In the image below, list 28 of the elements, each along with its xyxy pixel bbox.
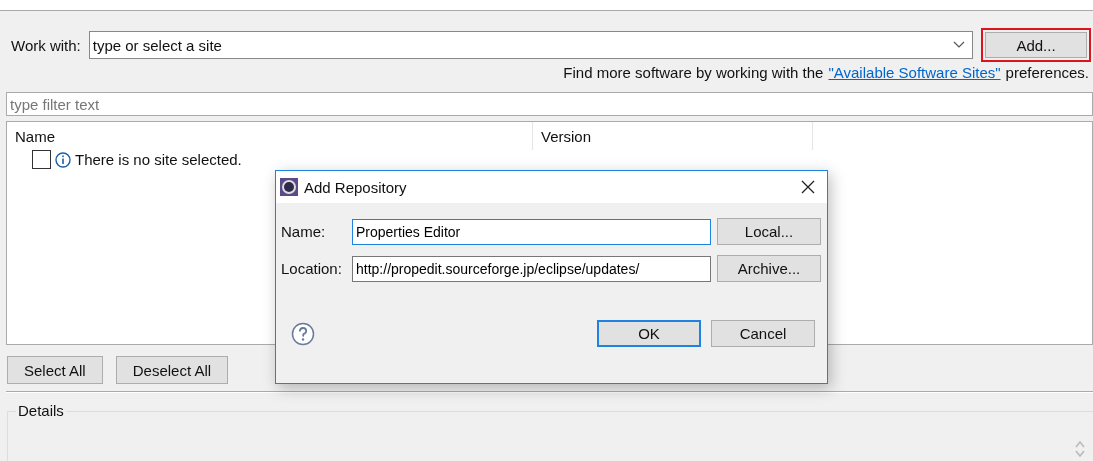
dialog-button[interactable]: OK <box>597 320 701 347</box>
info-icon <box>55 151 71 168</box>
dialog-title: Add Repository <box>304 178 408 196</box>
site-combo-box[interactable]: type or select a site <box>88 31 973 59</box>
details-label: Details <box>16 402 66 419</box>
browse-button[interactable]: Archive... <box>717 255 821 282</box>
work-with-label: Work with: <box>11 36 81 54</box>
text-field[interactable]: http://propedit.sourceforge.jp/eclipse/updates/ <box>352 255 711 282</box>
table-message: There is no site selected. <box>75 151 242 168</box>
browse-button[interactable]: Local... <box>717 218 821 245</box>
selection-button[interactable]: Deselect All <box>115 356 229 384</box>
selection-button[interactable]: Select All <box>7 356 103 384</box>
field-label: Name: <box>281 223 327 240</box>
filter-field[interactable]: type filter text <box>6 92 1093 116</box>
checkbox[interactable] <box>32 150 51 169</box>
app-gear-icon <box>280 178 298 196</box>
dialog-button[interactable]: Cancel <box>711 320 815 347</box>
help-icon[interactable] <box>291 321 315 346</box>
dropdown-chevron-icon <box>953 41 965 49</box>
column-header[interactable]: Version <box>533 122 813 150</box>
add-button[interactable]: Add... <box>985 32 1087 58</box>
close-icon[interactable] <box>801 180 815 194</box>
field-label: Location: <box>281 260 343 277</box>
available-sites-link[interactable]: "Available Software Sites" <box>828 64 1001 81</box>
hint-text: Find more software by working with the <box>563 64 824 81</box>
text-field[interactable]: Properties Editor <box>352 218 711 245</box>
scroll-arrows-icon <box>1075 440 1085 458</box>
hint-text-end: preferences. <box>1005 64 1089 81</box>
